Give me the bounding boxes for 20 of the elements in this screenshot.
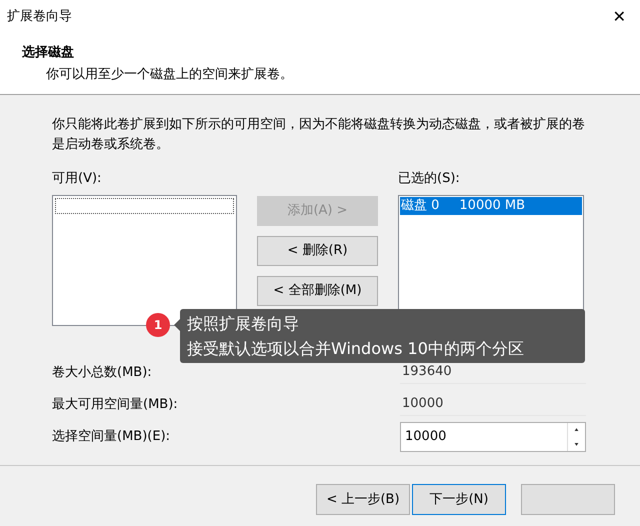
field-label: 卷大小总数(MB):	[52, 364, 153, 382]
field-label: 选择空间量(MB)(E):	[52, 428, 172, 446]
window-title: 扩展卷向导	[7, 8, 72, 26]
spin-field[interactable]: 10000	[400, 422, 586, 452]
nav-button[interactable]: < 上一步(B)	[316, 484, 410, 515]
field-label: 最大可用空间量(MB):	[52, 396, 179, 414]
description-text: 你只能将此卷扩展到如下所示的可用空间，因为不能将磁盘转换为动态磁盘，或者被扩展的卷是启动卷或系统卷。	[52, 116, 586, 154]
page-title: 选择磁盘	[22, 44, 75, 62]
disk-row[interactable]: 磁盘 0 10000 MB	[400, 196, 582, 214]
callout-text: 接受默认选项以合并Windows 10中的两个分区	[187, 338, 525, 360]
callout-text: 按照扩展卷向导	[187, 313, 300, 335]
list-label: 可用(V):	[52, 170, 102, 188]
move-button[interactable]: < 删除(R)	[257, 236, 378, 266]
step-badge: 1	[146, 313, 170, 337]
list-label: 已选的(S):	[398, 170, 461, 188]
close-button[interactable]: ✕	[612, 8, 626, 24]
nav-button[interactable]: 下一步(N)	[412, 484, 506, 515]
move-button[interactable]: < 全部删除(M)	[257, 276, 378, 306]
amount-input[interactable]: 10000	[401, 422, 567, 450]
page-subtitle: 你可以用至少一个磁盘上的空间来扩展卷。	[45, 66, 294, 84]
